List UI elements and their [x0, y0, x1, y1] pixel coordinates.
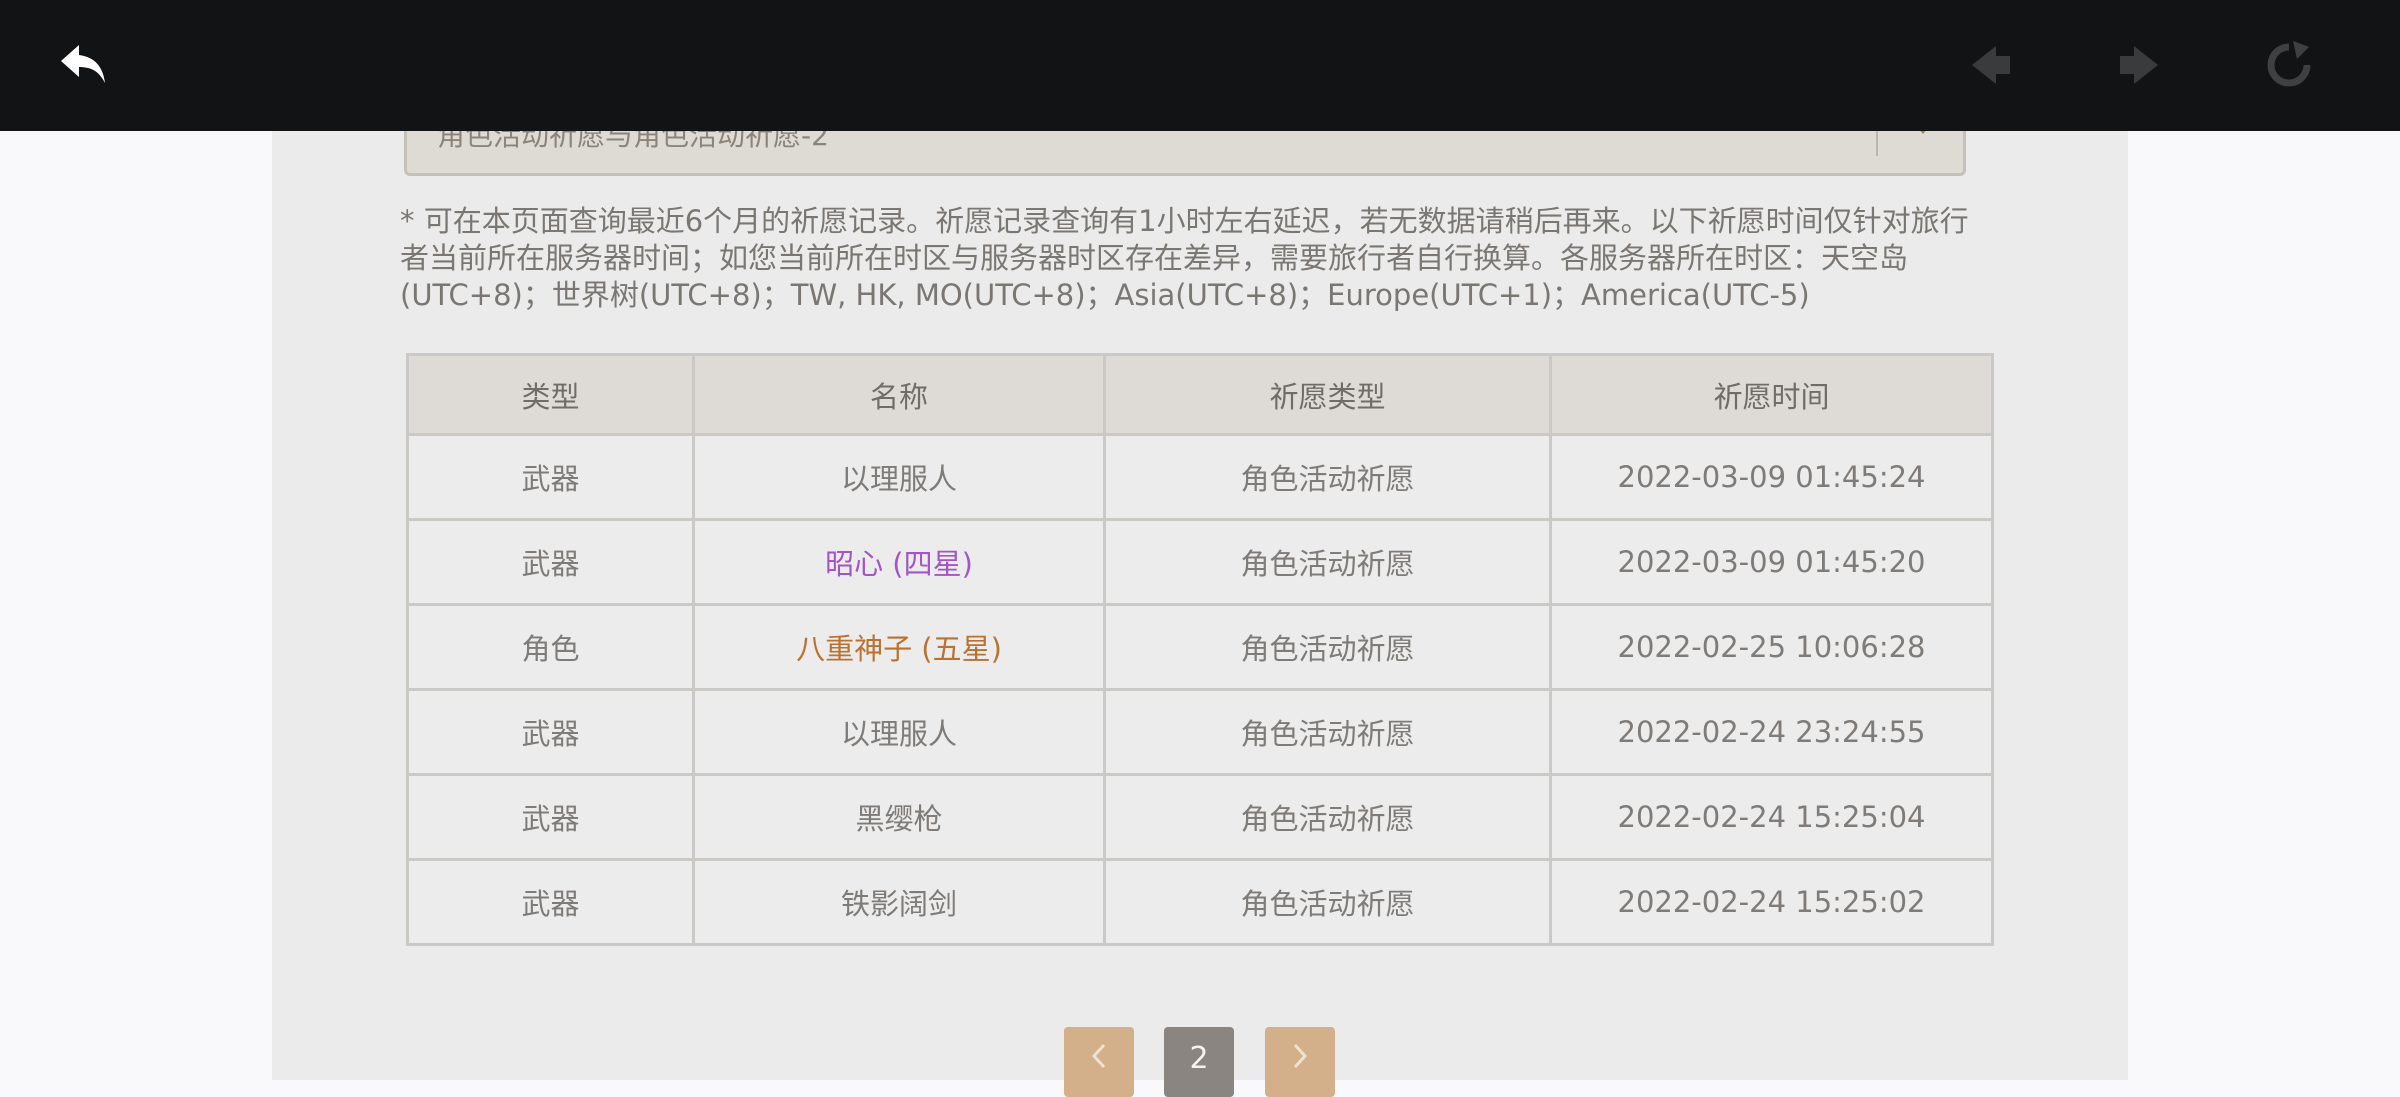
table-row: 武器 以理服人 角色活动祈愿 2022-02-24 23:24:55 — [406, 688, 1994, 776]
cell-wish-type: 角色活动祈愿 — [1103, 603, 1552, 691]
table-row: 武器 铁影阔剑 角色活动祈愿 2022-02-24 15:25:02 — [406, 858, 1994, 946]
cell-time: 2022-02-25 10:06:28 — [1549, 603, 1994, 691]
browser-toolbar — [0, 0, 2400, 131]
wish-records-table: 类型 名称 祈愿类型 祈愿时间 武器 以理服人 角色活动祈愿 2022-03-0… — [406, 353, 1994, 946]
next-page-button[interactable] — [1265, 1027, 1335, 1097]
chevron-left-icon — [1091, 1043, 1106, 1069]
back-arrow-icon[interactable] — [48, 30, 118, 100]
wish-history-panel: 角色活动祈愿与角色活动祈愿-2 * 可在本页面查询最近6个月的祈愿记录。祈愿记录… — [272, 0, 2128, 1097]
cell-type: 武器 — [406, 518, 695, 606]
cell-name-five-star: 八重神子 (五星) — [692, 603, 1106, 691]
cell-time: 2022-03-09 01:45:24 — [1549, 433, 1994, 521]
next-arrow-icon[interactable] — [2104, 30, 2174, 100]
prev-page-button[interactable] — [1064, 1027, 1134, 1097]
cell-type: 武器 — [406, 433, 695, 521]
cell-type: 角色 — [406, 603, 695, 691]
header-wish-time: 祈愿时间 — [1549, 353, 1994, 436]
header-type: 类型 — [406, 353, 695, 436]
query-notice: * 可在本页面查询最近6个月的祈愿记录。祈愿记录查询有1小时左右延迟，若无数据请… — [400, 204, 1969, 312]
chevron-right-icon — [1293, 1043, 1308, 1069]
cell-wish-type: 角色活动祈愿 — [1103, 688, 1552, 776]
header-wish-type: 祈愿类型 — [1103, 353, 1552, 436]
cell-wish-type: 角色活动祈愿 — [1103, 773, 1552, 861]
cell-type: 武器 — [406, 773, 695, 861]
current-page-number: 2 — [1189, 1041, 1209, 1076]
cell-type: 武器 — [406, 858, 695, 946]
table-row: 武器 黑缨枪 角色活动祈愿 2022-02-24 15:25:04 — [406, 773, 1994, 861]
cell-type: 武器 — [406, 688, 695, 776]
table-row: 武器 以理服人 角色活动祈愿 2022-03-09 01:45:24 — [406, 433, 1994, 521]
cell-time: 2022-02-24 23:24:55 — [1549, 688, 1994, 776]
table-row: 武器 昭心 (四星) 角色活动祈愿 2022-03-09 01:45:20 — [406, 518, 1994, 606]
cell-wish-type: 角色活动祈愿 — [1103, 433, 1552, 521]
prev-arrow-icon[interactable] — [1956, 30, 2026, 100]
table-row: 角色 八重神子 (五星) 角色活动祈愿 2022-02-25 10:06:28 — [406, 603, 1994, 691]
header-name: 名称 — [692, 353, 1106, 436]
table-header-row: 类型 名称 祈愿类型 祈愿时间 — [406, 353, 1994, 436]
cell-wish-type: 角色活动祈愿 — [1103, 518, 1552, 606]
cell-time: 2022-02-24 15:25:02 — [1549, 858, 1994, 946]
cell-name: 以理服人 — [692, 433, 1106, 521]
cell-time: 2022-02-24 15:25:04 — [1549, 773, 1994, 861]
refresh-icon[interactable] — [2254, 30, 2324, 100]
cell-name: 黑缨枪 — [692, 773, 1106, 861]
current-page-button[interactable]: 2 — [1164, 1027, 1234, 1097]
cell-name: 铁影阔剑 — [692, 858, 1106, 946]
cell-name-four-star: 昭心 (四星) — [692, 518, 1106, 606]
cell-name: 以理服人 — [692, 688, 1106, 776]
cell-time: 2022-03-09 01:45:20 — [1549, 518, 1994, 606]
cell-wish-type: 角色活动祈愿 — [1103, 858, 1552, 946]
